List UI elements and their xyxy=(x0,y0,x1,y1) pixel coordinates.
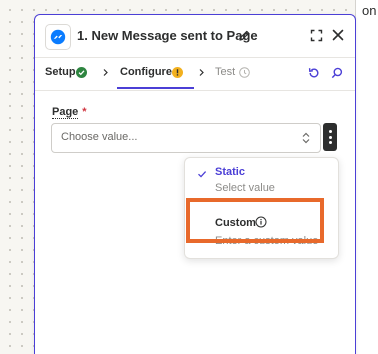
page-select[interactable]: Choose value... xyxy=(51,123,321,153)
tab-test[interactable]: Test xyxy=(215,66,235,78)
panel-header: 1. New Message sent to Page xyxy=(35,15,355,57)
required-marker: * xyxy=(82,106,87,118)
option-static[interactable]: Static Select value xyxy=(185,161,338,201)
check-icon xyxy=(198,171,207,178)
tab-test-label: Test xyxy=(215,66,236,78)
clipped-panel-text: on xyxy=(362,3,377,18)
messenger-icon xyxy=(45,24,71,50)
select-arrows-icon xyxy=(302,132,310,144)
value-mode-dropdown: Static Select value Custom Enter a custo… xyxy=(184,157,339,259)
pencil-icon[interactable] xyxy=(238,29,251,42)
page-select-placeholder: Choose value... xyxy=(61,131,138,143)
close-icon[interactable] xyxy=(332,29,344,41)
tab-configure[interactable]: Configure xyxy=(120,66,172,78)
chevron-right-icon xyxy=(103,69,108,76)
kebab-dot xyxy=(328,130,332,133)
tab-configure-label: Configure xyxy=(120,66,172,78)
expand-icon[interactable] xyxy=(310,29,323,42)
active-tab-indicator xyxy=(117,87,194,89)
kebab-dot xyxy=(328,135,332,139)
chevron-right-icon xyxy=(199,69,204,76)
clock-icon xyxy=(239,67,250,78)
option-static-title: Static xyxy=(215,166,245,178)
tab-setup-label: Setup xyxy=(45,66,76,78)
option-custom-subtitle: Enter a custom value xyxy=(215,235,319,247)
check-circle-icon xyxy=(76,67,87,78)
step-title: 1. New Message sent to Page xyxy=(77,28,258,43)
kebab-menu-icon[interactable] xyxy=(323,123,337,151)
kebab-dot xyxy=(328,141,332,144)
step-tabs: Setup Configure Test xyxy=(35,57,355,91)
warning-icon xyxy=(172,67,183,78)
search-icon[interactable] xyxy=(331,67,343,79)
option-custom-title: Custom xyxy=(215,217,256,229)
step-editor-panel: 1. New Message sent to Page Setup Config… xyxy=(34,14,356,354)
option-static-subtitle: Select value xyxy=(215,182,275,194)
adjacent-panel xyxy=(355,0,378,354)
refresh-icon[interactable] xyxy=(308,67,320,79)
page-field-label: Page * xyxy=(52,106,87,119)
page-field-label-text: Page xyxy=(52,106,79,119)
option-custom[interactable]: Custom Enter a custom value xyxy=(185,204,338,247)
info-icon xyxy=(255,216,267,228)
tab-setup[interactable]: Setup xyxy=(45,66,76,78)
